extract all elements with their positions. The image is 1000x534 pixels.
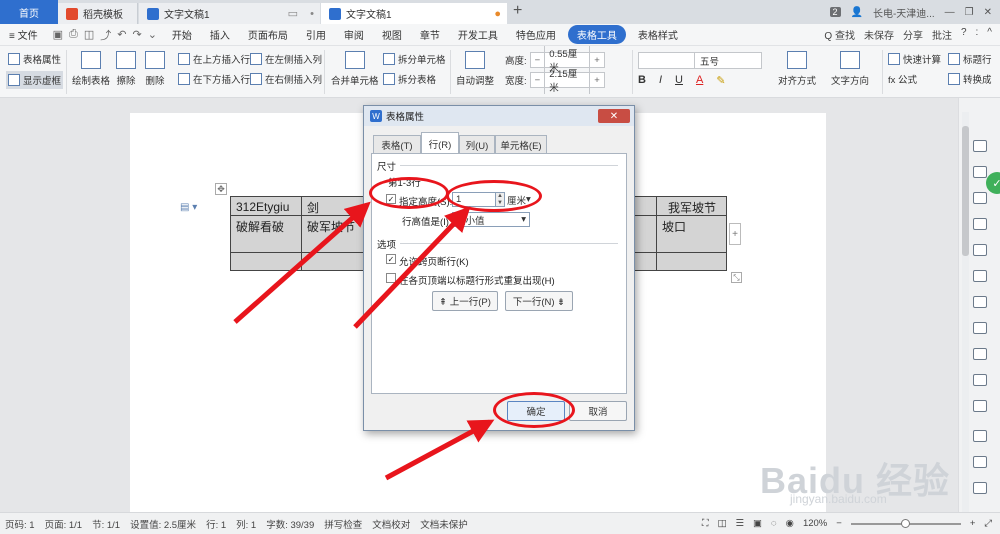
annotation-arrows: [233, 201, 495, 481]
annotation-arrow: [233, 201, 371, 324]
annotation-arrow: [353, 206, 471, 329]
annotation-arrow: [384, 419, 495, 481]
